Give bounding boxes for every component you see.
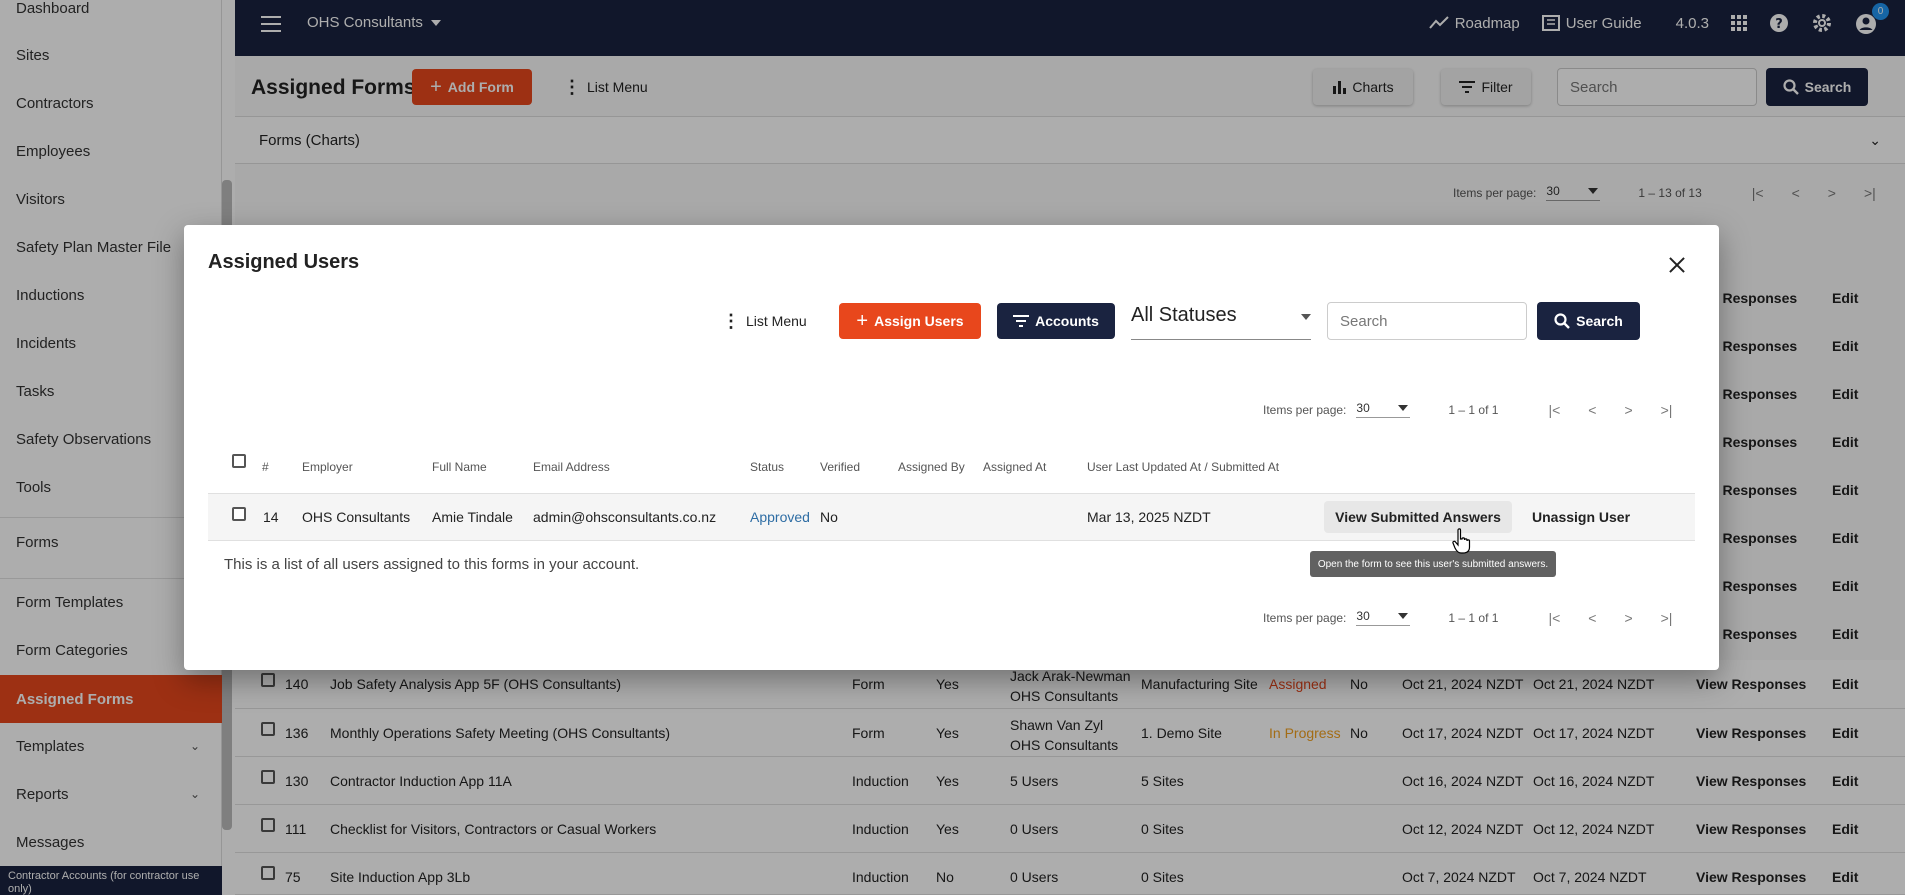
- range-label: 1 – 1 of 1: [1448, 402, 1499, 417]
- last-page-icon[interactable]: >|: [1661, 610, 1673, 626]
- dialog-paginator-top: Items per page: 30 1 – 1 of 1 |< < > >|: [1263, 401, 1686, 418]
- items-per-page-value: 30: [1356, 609, 1370, 623]
- caret-down-icon: [1301, 314, 1311, 320]
- items-per-page-value: 30: [1356, 401, 1370, 415]
- row-checkbox[interactable]: [232, 507, 246, 521]
- filter-icon: [1013, 315, 1030, 327]
- search-icon: [1554, 313, 1570, 329]
- dialog-list-menu-button[interactable]: ⋮ List Menu: [722, 303, 807, 339]
- next-page-icon[interactable]: >: [1624, 610, 1632, 626]
- last-page-icon[interactable]: >|: [1661, 402, 1673, 418]
- items-per-page-label: Items per page:: [1263, 402, 1347, 417]
- tooltip: Open the form to see this user's submitt…: [1310, 551, 1556, 577]
- row-full-name: Amie Tindale: [432, 509, 513, 525]
- row-id: 14: [263, 509, 279, 525]
- hand-cursor-icon: [1452, 528, 1471, 554]
- plus-icon: +: [856, 309, 869, 332]
- close-icon[interactable]: [1669, 257, 1685, 273]
- accounts-label: Accounts: [1035, 313, 1099, 329]
- view-submitted-answers-button[interactable]: View Submitted Answers: [1324, 501, 1512, 533]
- list-menu-label: List Menu: [746, 313, 807, 329]
- column-header[interactable]: Assigned By: [898, 460, 965, 474]
- column-header[interactable]: User Last Updated At / Submitted At: [1087, 460, 1279, 474]
- row-employer: OHS Consultants: [302, 509, 411, 525]
- column-header[interactable]: Full Name: [432, 460, 487, 474]
- search-button-label: Search: [1576, 313, 1623, 329]
- caret-down-icon: [1398, 405, 1409, 411]
- column-header[interactable]: Status: [750, 460, 784, 474]
- dialog-search-input[interactable]: Search: [1327, 302, 1527, 340]
- dialog-paginator-bottom: Items per page: 30 1 – 1 of 1 |< < > >|: [1263, 609, 1686, 626]
- dialog-search-button[interactable]: Search: [1537, 302, 1640, 340]
- range-label: 1 – 1 of 1: [1448, 610, 1499, 625]
- prev-page-icon[interactable]: <: [1588, 402, 1596, 418]
- status-badge: Approved: [750, 509, 810, 525]
- assigned-users-dialog: Assigned Users ⋮ List Menu + Assign User…: [184, 225, 1719, 670]
- assign-users-button[interactable]: + Assign Users: [839, 303, 981, 339]
- items-per-page-select[interactable]: 30: [1356, 401, 1411, 418]
- items-per-page-label: Items per page:: [1263, 610, 1347, 625]
- select-all-checkbox[interactable]: [232, 454, 246, 468]
- prev-page-icon[interactable]: <: [1588, 610, 1596, 626]
- row-verified: No: [820, 509, 838, 525]
- column-header[interactable]: Assigned At: [983, 460, 1046, 474]
- column-header[interactable]: #: [262, 460, 269, 474]
- accounts-button[interactable]: Accounts: [997, 303, 1115, 339]
- column-header[interactable]: Verified: [820, 460, 860, 474]
- caret-down-icon: [1398, 613, 1409, 619]
- row-updated: Mar 13, 2025 NZDT: [1087, 509, 1211, 525]
- view-answers-label: View Submitted Answers: [1335, 509, 1501, 525]
- status-select[interactable]: All Statuses: [1131, 304, 1311, 340]
- row-email: admin@ohsconsultants.co.nz: [533, 509, 717, 525]
- items-per-page-select[interactable]: 30: [1356, 609, 1411, 626]
- assign-users-label: Assign Users: [874, 313, 964, 329]
- dialog-title: Assigned Users: [208, 251, 360, 273]
- next-page-icon[interactable]: >: [1624, 402, 1632, 418]
- column-header[interactable]: Employer: [302, 460, 353, 474]
- status-select-value: All Statuses: [1131, 304, 1237, 326]
- first-page-icon[interactable]: |<: [1548, 402, 1560, 418]
- first-page-icon[interactable]: |<: [1548, 610, 1560, 626]
- unassign-user-button[interactable]: Unassign User: [1532, 509, 1630, 525]
- column-header[interactable]: Email Address: [533, 460, 610, 474]
- more-vert-icon: ⋮: [722, 310, 740, 331]
- dialog-note: This is a list of all users assigned to …: [224, 556, 640, 573]
- users-table-header: # Employer Full Name Email Address Statu…: [208, 443, 1695, 493]
